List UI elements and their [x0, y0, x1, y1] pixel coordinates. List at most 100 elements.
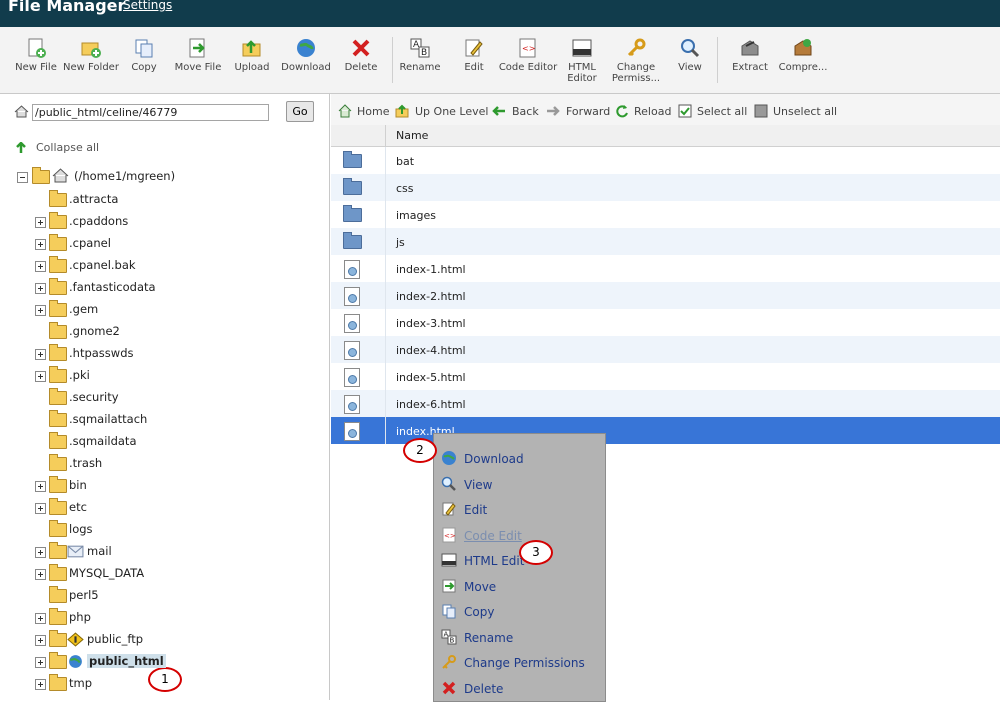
forward-link[interactable]: Forward — [566, 105, 610, 118]
view-button[interactable]: View — [660, 37, 720, 73]
file-row[interactable]: bat — [331, 147, 1000, 174]
select-all-link[interactable]: Select all — [697, 105, 747, 118]
tree-item[interactable]: .sqmailattach — [35, 410, 285, 430]
expand-toggle[interactable] — [35, 283, 46, 294]
tree-item[interactable]: .sqmaildata — [35, 432, 285, 452]
context-menu-item[interactable]: Download — [434, 448, 605, 472]
delete-button[interactable]: Delete — [331, 37, 391, 73]
copy-button[interactable]: Copy — [114, 37, 174, 73]
tree-item[interactable]: logs — [35, 520, 285, 540]
collapse-toggle[interactable] — [17, 172, 28, 183]
file-row[interactable]: index-6.html — [331, 390, 1000, 417]
file-name: index-6.html — [396, 398, 466, 411]
code-editor-button[interactable]: <> Code Editor — [498, 37, 558, 73]
context-menu-item[interactable]: Move — [434, 576, 605, 600]
tree-item[interactable]: .htpasswds — [35, 344, 285, 364]
tree-item[interactable]: .cpanel — [35, 234, 285, 254]
folder-icon — [343, 205, 362, 222]
up-one-level-link[interactable]: Up One Level — [415, 105, 488, 118]
expand-toggle[interactable] — [35, 371, 46, 382]
tree-item[interactable]: .attracta — [35, 190, 285, 210]
expand-toggle[interactable] — [35, 217, 46, 228]
html-editor-button[interactable]: HTML Editor — [552, 37, 612, 84]
context-menu-item[interactable]: A B Rename — [434, 627, 605, 651]
tree-item[interactable]: perl5 — [35, 586, 285, 606]
tree-item[interactable]: .gem — [35, 300, 285, 320]
context-menu-item[interactable]: View — [434, 474, 605, 498]
folder-icon — [343, 232, 362, 249]
file-row[interactable]: index-3.html — [331, 309, 1000, 336]
file-row[interactable]: index-2.html — [331, 282, 1000, 309]
tree-item[interactable]: .cpaddons — [35, 212, 285, 232]
expand-toggle[interactable] — [35, 613, 46, 624]
upload-button[interactable]: Upload — [222, 37, 282, 73]
tree-item[interactable]: php — [35, 608, 285, 628]
change-permissions-button[interactable]: Change Permiss... — [606, 37, 666, 84]
tree-item[interactable]: MYSQL_DATA — [35, 564, 285, 584]
tree-item[interactable]: bin — [35, 476, 285, 496]
name-column-header[interactable]: Name — [396, 129, 428, 142]
tree-item-label: perl5 — [69, 588, 99, 602]
home-icon — [338, 104, 352, 118]
download-button[interactable]: Download — [276, 37, 336, 73]
context-menu-item[interactable]: Edit — [434, 499, 605, 523]
rename-button[interactable]: AB Rename — [390, 37, 450, 73]
move-file-button[interactable]: Move File — [168, 37, 228, 73]
edit-button[interactable]: Edit — [444, 37, 504, 73]
file-row[interactable]: index-1.html — [331, 255, 1000, 282]
context-menu-item[interactable]: <> Code Edit — [434, 525, 605, 549]
new-folder-button[interactable]: New Folder — [61, 37, 121, 73]
file-row[interactable]: images — [331, 201, 1000, 228]
expand-toggle[interactable] — [35, 349, 46, 360]
back-link[interactable]: Back — [512, 105, 539, 118]
tree-item[interactable]: tmp — [35, 674, 285, 694]
new-file-button[interactable]: New File — [6, 37, 66, 73]
file-row[interactable]: index.html — [331, 417, 1000, 444]
reload-link[interactable]: Reload — [634, 105, 671, 118]
context-menu-label: Copy — [464, 605, 495, 619]
expand-toggle[interactable] — [35, 239, 46, 250]
expand-toggle[interactable] — [35, 261, 46, 272]
expand-toggle[interactable] — [35, 657, 46, 668]
tree-item[interactable]: .pki — [35, 366, 285, 386]
tree-item[interactable]: .fantasticodata — [35, 278, 285, 298]
expand-toggle[interactable] — [35, 305, 46, 316]
tree-item[interactable]: .gnome2 — [35, 322, 285, 342]
settings-link[interactable]: Settings — [123, 0, 172, 12]
context-menu-item[interactable]: Change Permissions — [434, 652, 605, 676]
unselect-all-link[interactable]: Unselect all — [773, 105, 837, 118]
folder-icon — [343, 178, 362, 195]
tree-item[interactable]: public_html — [35, 652, 285, 672]
expand-toggle[interactable] — [35, 503, 46, 514]
tree-item[interactable]: .security — [35, 388, 285, 408]
file-row[interactable]: css — [331, 174, 1000, 201]
context-menu-item[interactable]: Delete — [434, 678, 605, 702]
expand-toggle[interactable] — [35, 635, 46, 646]
folder-icon — [49, 454, 67, 471]
tree-root[interactable]: (/home1/mgreen) — [17, 167, 217, 187]
file-row[interactable]: index-5.html — [331, 363, 1000, 390]
file-name: index-1.html — [396, 263, 466, 276]
extract-button[interactable]: Extract — [720, 37, 780, 73]
column-divider — [385, 201, 386, 228]
expand-toggle[interactable] — [35, 481, 46, 492]
compress-button[interactable]: Compre... — [773, 37, 833, 73]
toolbar-label: New File — [15, 62, 57, 73]
tree-item[interactable]: .cpanel.bak — [35, 256, 285, 276]
path-input[interactable] — [32, 104, 269, 121]
tree-item[interactable]: .trash — [35, 454, 285, 474]
tree-item[interactable]: public_ftp — [35, 630, 285, 650]
file-row[interactable]: js — [331, 228, 1000, 255]
svg-text:B: B — [421, 48, 427, 58]
new-file-icon — [28, 38, 46, 58]
context-menu-item[interactable]: Copy — [434, 601, 605, 625]
back-arrow-icon — [492, 106, 505, 116]
expand-toggle[interactable] — [35, 547, 46, 558]
file-row[interactable]: index-4.html — [331, 336, 1000, 363]
tree-item[interactable]: etc — [35, 498, 285, 518]
go-button[interactable]: Go — [286, 101, 314, 122]
tree-item[interactable]: mail — [35, 542, 285, 562]
home-link[interactable]: Home — [357, 105, 389, 118]
expand-toggle[interactable] — [35, 679, 46, 690]
expand-toggle[interactable] — [35, 569, 46, 580]
